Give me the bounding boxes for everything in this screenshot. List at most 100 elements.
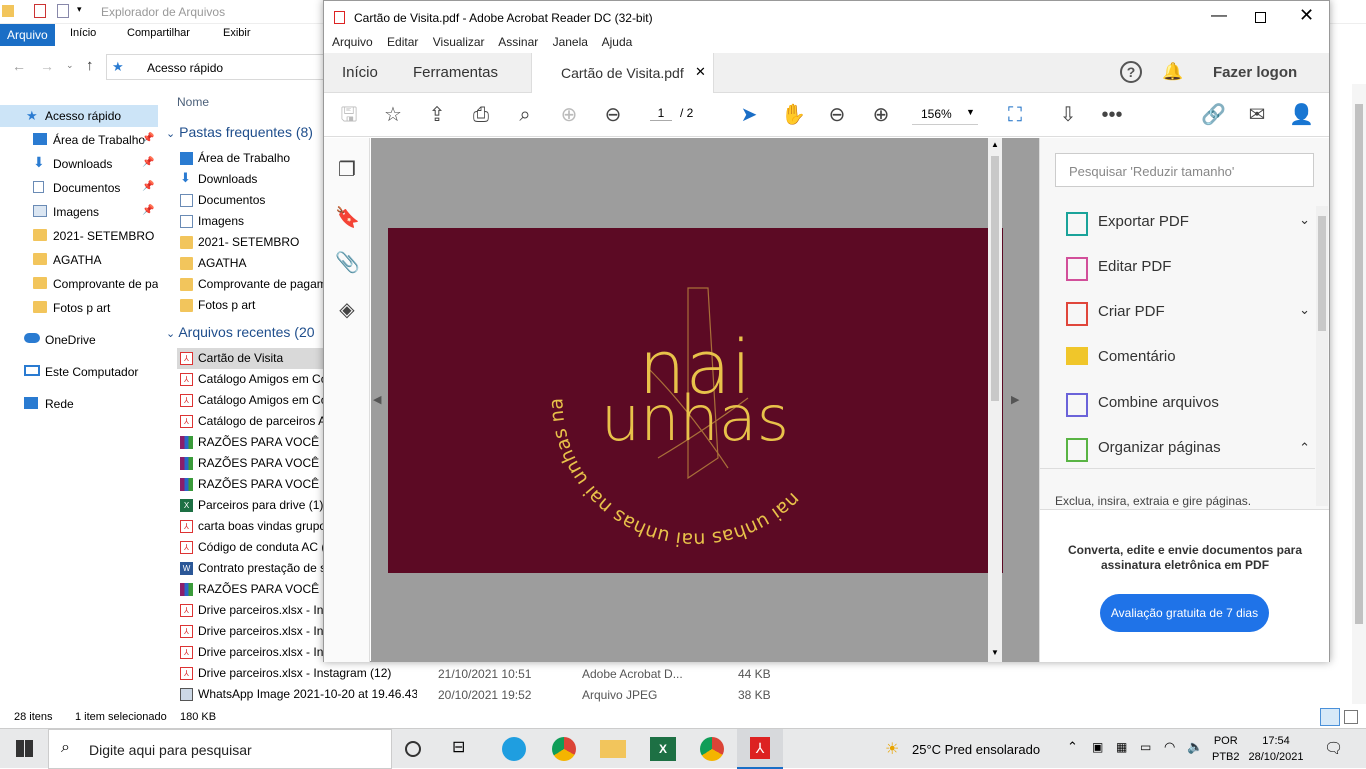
frequent-folder-item[interactable]: Comprovante de pagam [177, 274, 329, 295]
nav-item-network[interactable]: Rede [0, 393, 158, 415]
recent-file-item[interactable]: W Contrato prestação de s [177, 558, 329, 579]
recent-file-item[interactable]: WhatsApp Image 2021-10-20 at 19.46.43 [177, 684, 417, 705]
windows-start-icon[interactable] [16, 740, 33, 757]
hand-tool-icon[interactable]: ✋ [781, 103, 806, 127]
chevron-down-icon[interactable]: ⌄ [1299, 302, 1310, 318]
weather-icon[interactable]: ☀ [885, 739, 899, 759]
chevron-down-icon[interactable]: ⌄ [1299, 212, 1310, 228]
taskbar-search-box[interactable]: ⌕ Digite aqui para pesquisar [48, 729, 392, 769]
ribbon-view-tab[interactable]: Exibir [223, 27, 251, 39]
share-user-icon[interactable]: 👤 [1289, 103, 1314, 127]
ribbon-share-tab[interactable]: Compartilhar [127, 27, 190, 39]
task-view-icon[interactable]: ⊟ [452, 737, 478, 761]
details-view-icon[interactable] [1320, 708, 1340, 726]
panel-scrollbar[interactable] [1316, 206, 1328, 506]
ribbon-file-tab[interactable]: Arquivo [0, 24, 55, 46]
recent-file-item[interactable]: RAZÕES PARA VOCÊ NÃ [177, 453, 329, 474]
recent-file-item[interactable]: ⅄ Catálogo Amigos em Co [177, 390, 329, 411]
scroll-up-icon[interactable]: ▲ [991, 140, 999, 149]
tool-export-pdf[interactable]: Exportar PDF ⌄ [1064, 204, 1314, 244]
tool-organize-pages[interactable]: Organizar páginas ⌃ [1064, 430, 1314, 470]
frequent-folder-item[interactable]: AGATHA [177, 253, 329, 274]
scroll-thumb[interactable] [991, 156, 999, 401]
excel-icon[interactable]: X [650, 737, 676, 761]
tab-document[interactable]: Cartão de Visita.pdf ✕ [531, 53, 714, 93]
back-icon[interactable]: ← [12, 58, 26, 74]
frequent-folders-header[interactable]: ⌄ Pastas frequentes (8) [166, 124, 313, 140]
attachments-icon[interactable]: 📎 [335, 251, 360, 275]
volume-icon[interactable]: 🔈 [1187, 739, 1203, 755]
screen-icon[interactable]: ▦ [1116, 740, 1127, 754]
recent-file-item[interactable]: ⅄ Cartão de Visita [177, 348, 329, 369]
forward-icon[interactable]: → [40, 58, 54, 74]
more-tools-icon[interactable]: ••• [1100, 103, 1124, 127]
scroll-thumb[interactable] [1355, 104, 1363, 624]
close-icon[interactable]: ✕ [1299, 5, 1314, 26]
explorer-scrollbar[interactable] [1352, 84, 1366, 704]
chevron-up-icon[interactable]: ⌃ [1299, 440, 1310, 456]
frequent-folder-item[interactable]: Área de Trabalho [177, 148, 329, 169]
upload-icon[interactable]: ⇪ [425, 103, 449, 127]
properties-icon[interactable] [34, 4, 46, 18]
edge-icon[interactable] [502, 737, 526, 761]
recent-file-item[interactable]: ⅄ Drive parceiros.xlsx - Ins [177, 642, 329, 663]
recent-file-item[interactable]: ⅄ Drive parceiros.xlsx - Ins [177, 621, 329, 642]
login-link[interactable]: Fazer logon [1213, 64, 1297, 81]
frequent-folder-item[interactable]: Documentos [177, 190, 329, 211]
new-folder-icon[interactable] [57, 4, 69, 18]
tool-comment[interactable]: Comentário [1064, 339, 1314, 379]
recent-file-item[interactable]: X Parceiros para drive (1) ( [177, 495, 329, 516]
page-number-input[interactable]: 1 [650, 106, 672, 121]
tool-create-pdf[interactable]: Criar PDF ⌄ [1064, 294, 1314, 334]
nav-item-agatha[interactable]: AGATHA [0, 249, 158, 271]
nav-item-setembro[interactable]: 2021- SETEMBRO [0, 225, 158, 247]
chrome-icon[interactable] [552, 737, 576, 761]
recent-file-item[interactable]: ⅄ carta boas vindas grupo [177, 516, 329, 537]
show-hidden-icons-icon[interactable]: ⌃ [1067, 739, 1078, 755]
zoom-out-icon[interactable]: ⊖ [825, 103, 849, 127]
save-icon[interactable]: 🖫 [337, 103, 361, 127]
ribbon-home-tab[interactable]: Início [70, 27, 96, 39]
language-indicator[interactable]: POR PTB2 [1212, 733, 1240, 765]
wifi-icon[interactable]: ◠ [1164, 739, 1175, 755]
tab-tools[interactable]: Ferramentas [413, 64, 498, 81]
recent-file-item[interactable]: RAZÕES PARA VOCÊ NÃ [177, 432, 329, 453]
mail-icon[interactable]: ✉ [1245, 103, 1269, 127]
address-bar[interactable]: ★ Acesso rápido [106, 54, 326, 80]
recent-dropdown-icon[interactable]: ⌄ [66, 60, 74, 71]
recent-file-item[interactable]: ⅄ Catálogo Amigos em Co [177, 369, 329, 390]
link-icon[interactable]: 🔗 [1201, 103, 1226, 127]
nav-item-this-pc[interactable]: Este Computador [0, 361, 158, 383]
layers-icon[interactable]: ◈ [335, 298, 359, 322]
clock[interactable]: 17:54 28/10/2021 [1248, 733, 1304, 765]
recent-file-item[interactable]: RAZÕES PARA VOCÊ NÃ [177, 579, 329, 600]
frequent-folder-item[interactable]: ⬇ Downloads [177, 169, 329, 190]
recent-file-item[interactable]: ⅄ Código de conduta AC ( [177, 537, 329, 558]
column-header-name[interactable]: Nome [177, 95, 209, 109]
tool-edit-pdf[interactable]: Editar PDF [1064, 249, 1314, 289]
tab-home[interactable]: Início [342, 64, 378, 81]
zoom-in-icon[interactable]: ⊕ [869, 103, 893, 127]
zoom-select[interactable]: 156% ▼ [912, 103, 978, 125]
up-icon[interactable]: ↑ [86, 57, 94, 74]
bookmarks-icon[interactable]: 🔖 [335, 206, 360, 230]
scroll-thumb[interactable] [1318, 216, 1326, 331]
recent-file-item[interactable]: ⅄ Drive parceiros.xlsx - Ins [177, 600, 329, 621]
scroll-down-icon[interactable]: ▼ [991, 648, 999, 657]
minimize-icon[interactable]: — [1211, 7, 1227, 25]
frequent-folder-item[interactable]: Fotos p art [177, 295, 329, 316]
acrobat-taskbar-button[interactable]: ⅄ [737, 729, 783, 769]
recent-file-item[interactable]: ⅄ Drive parceiros.xlsx - Instagram (12) [177, 663, 417, 684]
close-tab-icon[interactable]: ✕ [695, 64, 706, 80]
recent-files-header[interactable]: ⌄ Arquivos recentes (20 [166, 324, 315, 340]
nav-item-fotos[interactable]: Fotos p art [0, 297, 158, 319]
menu-janela[interactable]: Janela [553, 35, 588, 49]
maximize-icon[interactable] [1255, 12, 1266, 23]
print-icon[interactable]: ⎙ [469, 103, 493, 127]
search-icon[interactable]: ⌕ [513, 103, 537, 127]
recent-file-item[interactable]: RAZÕES PARA VOCÊ NÃ [177, 474, 329, 495]
nav-item-quick-access[interactable]: ★ Acesso rápido [0, 105, 158, 127]
menu-arquivo[interactable]: Arquivo [332, 35, 373, 49]
cortana-icon[interactable] [405, 741, 421, 757]
menu-ajuda[interactable]: Ajuda [602, 35, 633, 49]
